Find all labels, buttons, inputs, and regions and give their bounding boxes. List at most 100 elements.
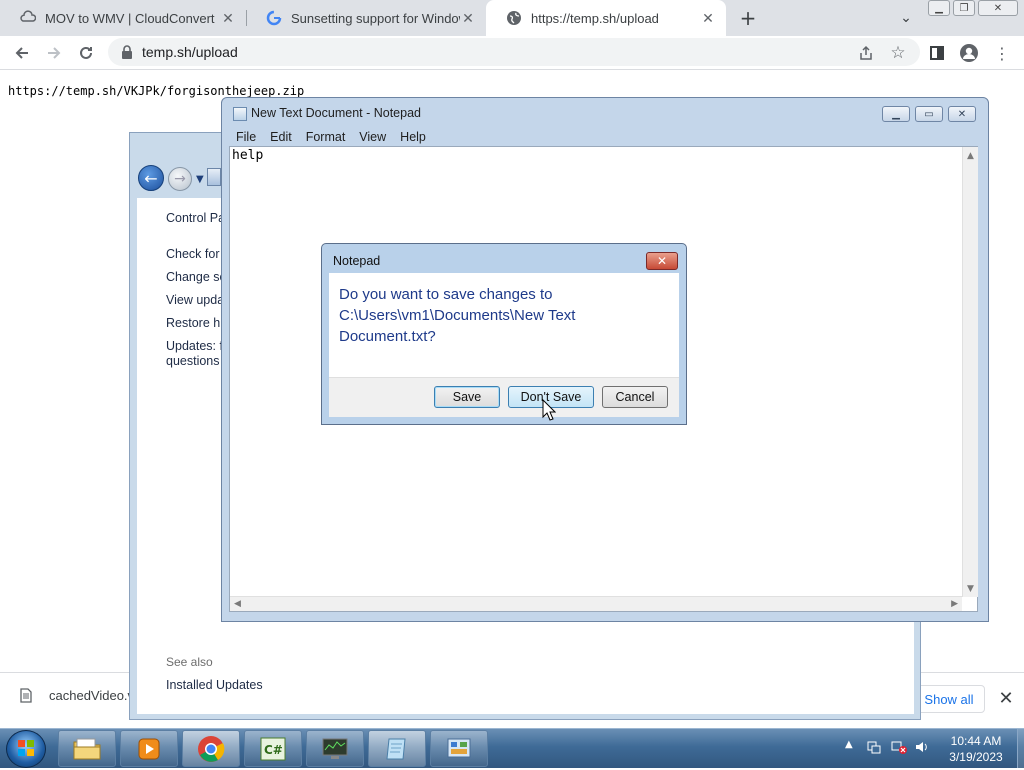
- network-icon[interactable]: [890, 739, 908, 759]
- forward-button[interactable]: [40, 36, 68, 70]
- download-filename: cachedVideo.v: [49, 688, 135, 703]
- notepad-content: help: [232, 148, 264, 163]
- lock-icon: [120, 45, 134, 59]
- taskbar-notepad[interactable]: [368, 730, 426, 767]
- installed-updates-link[interactable]: Installed Updates: [166, 678, 263, 692]
- profile-button[interactable]: [955, 36, 983, 70]
- side-panel-icon: [930, 46, 944, 60]
- tab-cloudconvert[interactable]: MOV to WMV | CloudConvert ✕: [0, 0, 246, 36]
- menu-file[interactable]: File: [236, 130, 256, 144]
- mouse-cursor-icon: [542, 399, 556, 421]
- clock-date: 3/19/2023: [949, 750, 1003, 764]
- show-all-downloads-button[interactable]: Show all: [913, 685, 985, 713]
- taskbar-explorer[interactable]: [58, 730, 116, 767]
- scroll-up-icon[interactable]: ▲: [963, 151, 978, 161]
- maximize-icon: ▭: [924, 108, 934, 120]
- change-settings-link[interactable]: Change se: [166, 270, 226, 284]
- control-panel-main: [337, 620, 914, 714]
- minimize-button[interactable]: ▁: [928, 0, 950, 16]
- close-icon: ✕: [993, 2, 1003, 14]
- dialog-close-button[interactable]: ✕: [646, 252, 678, 270]
- back-button[interactable]: [8, 36, 36, 70]
- taskbar-control-panel[interactable]: [430, 730, 488, 767]
- restore-button[interactable]: ❐: [953, 0, 975, 16]
- menu-format[interactable]: Format: [306, 130, 346, 144]
- horizontal-scrollbar[interactable]: ◀ ▶: [230, 596, 962, 611]
- updates-faq-link-line2[interactable]: questions: [166, 354, 220, 368]
- dialog-message-line: Do you want to save changes to: [339, 286, 553, 303]
- close-icon: ✕: [957, 108, 967, 120]
- taskbar-chrome[interactable]: [182, 730, 240, 767]
- tab-search-button[interactable]: ⌄: [894, 6, 918, 30]
- close-window-button[interactable]: ✕: [978, 0, 1018, 16]
- vertical-scrollbar[interactable]: ▲ ▼: [962, 147, 978, 597]
- cloudconvert-icon: [20, 10, 36, 26]
- tab-close-icon[interactable]: ✕: [700, 10, 716, 26]
- share-icon: [860, 45, 872, 60]
- reload-button[interactable]: [72, 36, 100, 70]
- share-button[interactable]: [852, 36, 880, 70]
- volume-icon[interactable]: [914, 739, 930, 759]
- taskbar-task-manager[interactable]: [306, 730, 364, 767]
- tab-close-icon[interactable]: ✕: [220, 10, 236, 26]
- view-update-history-link[interactable]: View upda: [166, 293, 224, 307]
- notepad-menu-bar: File Edit Format View Help: [228, 127, 982, 146]
- cancel-button[interactable]: Cancel: [602, 386, 668, 408]
- menu-help[interactable]: Help: [400, 130, 426, 144]
- control-panel-icon: [207, 168, 221, 186]
- menu-button[interactable]: ⋮: [988, 36, 1016, 70]
- dialog-message: Do you want to save changes to C:\Users\…: [339, 284, 659, 347]
- forward-arrow-icon[interactable]: →: [168, 167, 192, 191]
- action-center-icon[interactable]: [866, 739, 882, 759]
- close-download-bar-button[interactable]: ✕: [994, 687, 1018, 711]
- taskbar-media-player[interactable]: [120, 730, 178, 767]
- scroll-down-icon[interactable]: ▼: [967, 584, 974, 594]
- windows-logo-icon: [18, 740, 34, 756]
- reload-icon: [80, 46, 92, 59]
- csharp-icon: C#: [260, 737, 286, 760]
- notepad-close-button[interactable]: ✕: [948, 106, 976, 122]
- download-item[interactable]: cachedVideo.v: [20, 688, 134, 703]
- start-button[interactable]: [6, 730, 46, 768]
- new-tab-button[interactable]: +: [736, 6, 760, 30]
- updates-faq-link[interactable]: Updates: fr: [166, 339, 227, 353]
- notepad-minimize-button[interactable]: ▁: [882, 106, 910, 122]
- back-arrow-icon[interactable]: ←: [138, 165, 164, 191]
- clock-time: 10:44 AM: [950, 734, 1002, 748]
- menu-view[interactable]: View: [359, 130, 386, 144]
- control-panel-home-link[interactable]: Control Pa: [166, 211, 225, 225]
- save-button[interactable]: Save: [434, 386, 500, 408]
- notepad-title: New Text Document - Notepad: [251, 106, 421, 120]
- tab-sunsetting-support[interactable]: Sunsetting support for Windows ✕: [246, 0, 486, 36]
- file-icon: [20, 688, 32, 703]
- minimize-icon: ▁: [892, 108, 900, 120]
- tab-temp-sh-upload[interactable]: https://temp.sh/upload ✕: [486, 0, 726, 36]
- uploaded-file-url[interactable]: https://temp.sh/VKJPk/forgisonthejeep.zi…: [8, 84, 304, 98]
- address-bar[interactable]: temp.sh/upload: [108, 38, 920, 66]
- dialog-message-line: Document.txt?: [339, 328, 436, 345]
- bookmark-button[interactable]: ☆: [884, 36, 912, 70]
- system-clock[interactable]: 10:44 AM 3/19/2023: [936, 733, 1016, 765]
- chrome-icon: [198, 735, 225, 762]
- scroll-left-icon[interactable]: ◀: [234, 599, 241, 609]
- kebab-menu-icon: ⋮: [994, 43, 1010, 63]
- globe-icon: [506, 10, 522, 26]
- scroll-right-icon[interactable]: ▶: [951, 599, 958, 609]
- minimize-icon: ▁: [935, 2, 943, 14]
- show-hidden-icons-button[interactable]: ▲: [845, 739, 853, 750]
- side-panel-button[interactable]: [923, 36, 951, 70]
- back-arrow-icon: [15, 47, 28, 59]
- notepad-maximize-button[interactable]: ▭: [915, 106, 943, 122]
- check-for-updates-link[interactable]: Check for: [166, 247, 220, 261]
- tab-close-icon[interactable]: ✕: [460, 10, 476, 26]
- control-panel-icon: [447, 738, 471, 757]
- taskbar-csharp-editor[interactable]: C#: [244, 730, 302, 767]
- address-text: temp.sh/upload: [142, 44, 238, 60]
- star-icon: ☆: [890, 43, 906, 63]
- chevron-down-icon[interactable]: ▼: [196, 174, 204, 185]
- dialog-message-line: C:\Users\vm1\Documents\New Text: [339, 307, 576, 324]
- monitor-icon: [322, 738, 348, 759]
- show-desktop-button[interactable]: [1017, 729, 1024, 768]
- tab-title: MOV to WMV | CloudConvert: [45, 10, 215, 26]
- menu-edit[interactable]: Edit: [270, 130, 292, 144]
